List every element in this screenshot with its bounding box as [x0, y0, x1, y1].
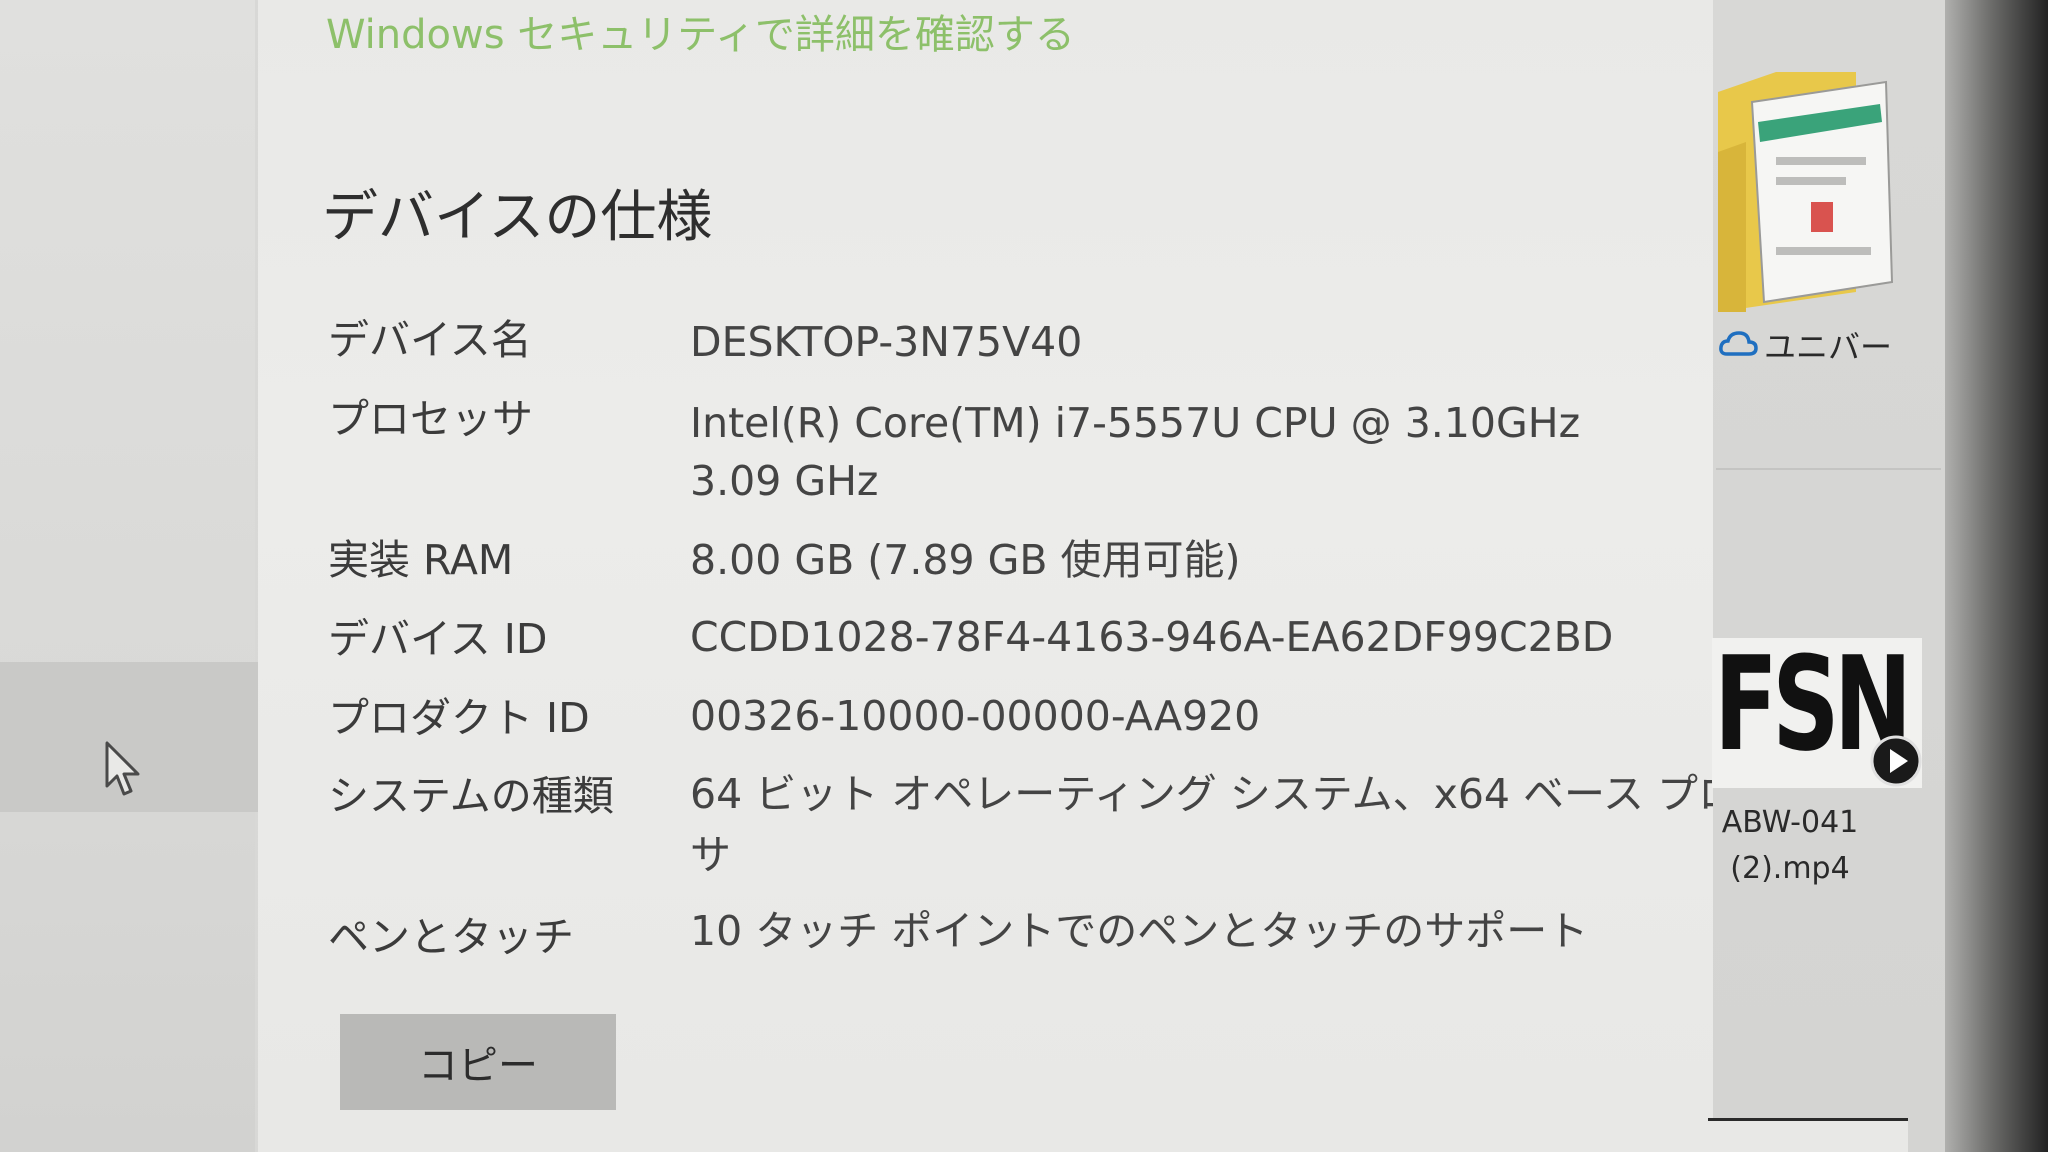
- folder-label[interactable]: ユニバー: [1764, 322, 1892, 368]
- copy-button[interactable]: コピー: [340, 1014, 616, 1110]
- folder-icon[interactable]: [1716, 62, 1896, 312]
- partial-file-thumbnail[interactable]: [1708, 1118, 1908, 1152]
- file-name-line2: (2).mp4: [1730, 851, 1850, 886]
- spec-value-device-name: DESKTOP-3N75V40: [690, 318, 1083, 366]
- cloud-icon: [1719, 331, 1758, 356]
- spec-label-device-name: デバイス名: [328, 316, 532, 364]
- spec-value-processor-speed: 3.09 GHz: [690, 457, 879, 505]
- spec-value-system-type: 64 ビット オペレーティング システム、x64 ベース プロセッ: [690, 770, 1822, 818]
- monitor-bezel: [1945, 0, 2048, 1152]
- page-title: デバイスの仕様: [322, 185, 713, 250]
- spec-label-product-id: プロダクト ID: [328, 694, 590, 742]
- desktop-divider: [1716, 468, 1941, 470]
- spec-label-processor: プロセッサ: [328, 395, 533, 443]
- spec-value-device-id: CCDD1028-78F4-4163-946A-EA62DF99C2BD: [690, 613, 1614, 661]
- spec-label-device-id: デバイス ID: [328, 615, 548, 663]
- settings-nav-pane: [0, 0, 255, 1152]
- file-name-line1: ABW-041: [1721, 805, 1859, 840]
- screen: Windows セキュリティで詳細を確認する デバイスの仕様 デバイス名 DES…: [0, 0, 2048, 1152]
- video-file-label[interactable]: ABW-041 (2).mp4: [1712, 800, 1868, 892]
- spec-value-system-type-cont: サ: [690, 831, 731, 879]
- spec-value-product-id: 00326-10000-00000-AA920: [690, 692, 1261, 740]
- spec-label-pen-touch: ペンとタッチ: [328, 913, 574, 961]
- mouse-cursor-icon: [105, 741, 140, 796]
- windows-security-link[interactable]: Windows セキュリティで詳細を確認する: [326, 2, 1075, 60]
- spec-label-ram: 実装 RAM: [328, 536, 514, 584]
- play-icon: [1870, 735, 1922, 787]
- spec-label-system-type: システムの種類: [328, 772, 614, 820]
- spec-value-pen-touch: 10 タッチ ポイントでのペンとタッチのサポート: [690, 907, 1589, 955]
- spec-value-processor: Intel(R) Core(TM) i7-5557U CPU @ 3.10GHz: [690, 399, 1581, 447]
- spec-value-ram: 8.00 GB (7.89 GB 使用可能): [690, 536, 1241, 584]
